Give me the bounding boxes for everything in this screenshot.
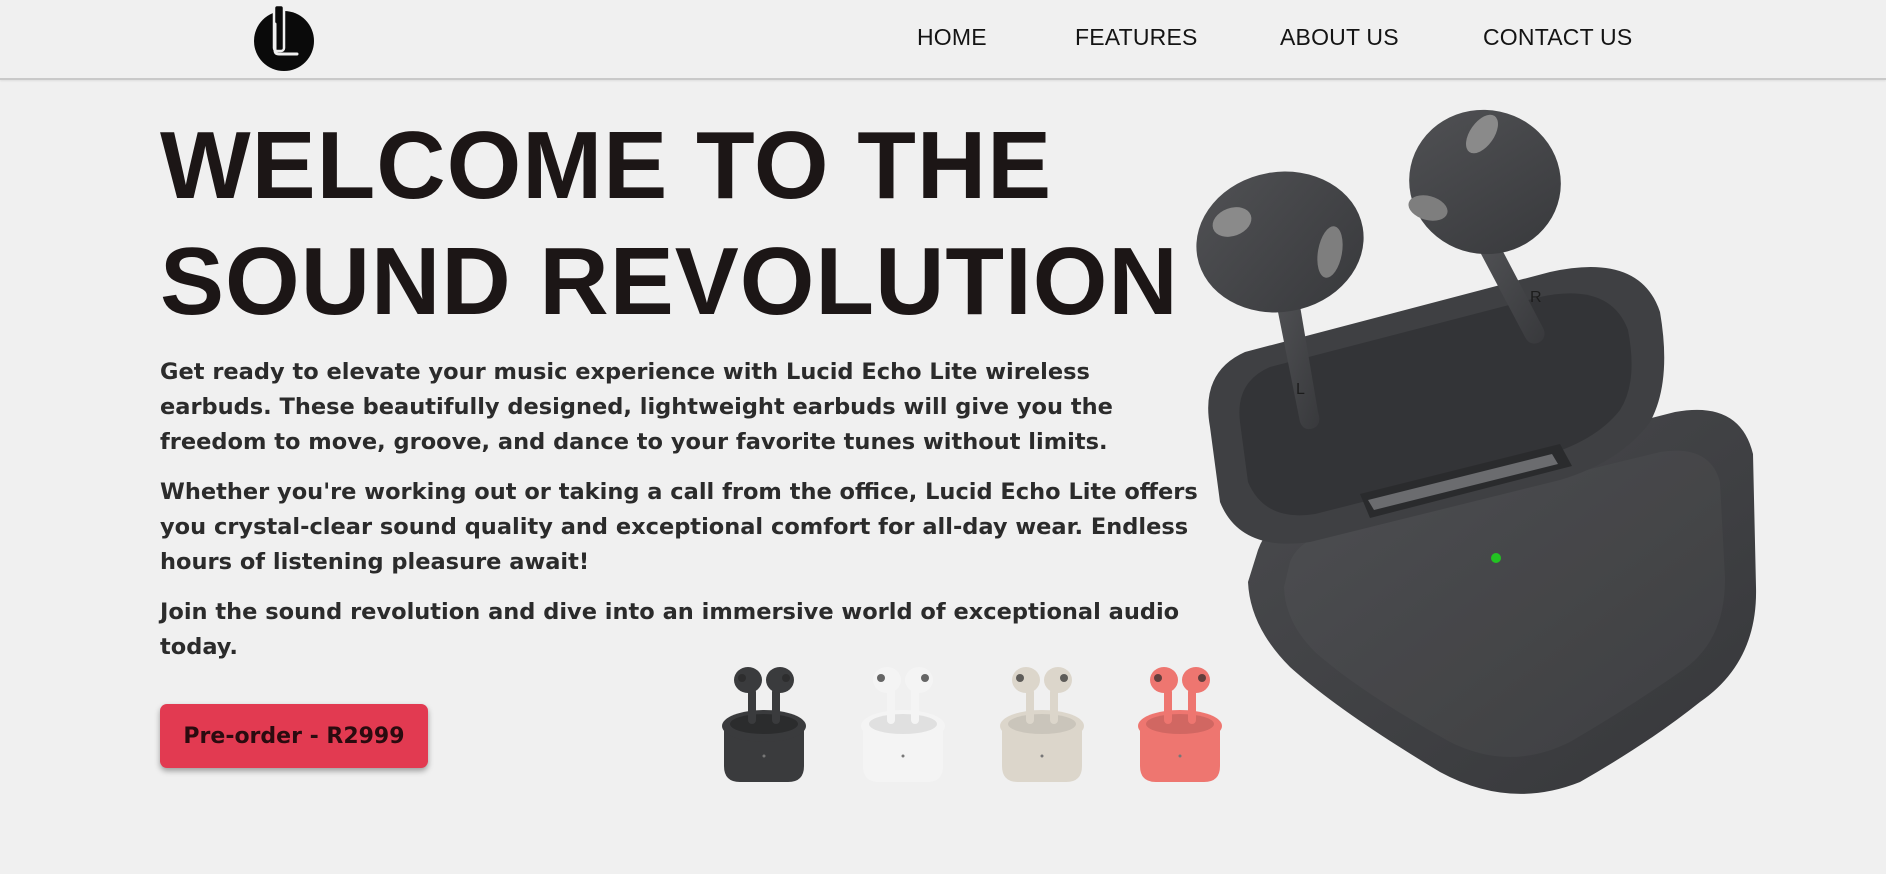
- left-earbud-label: L: [1296, 381, 1305, 398]
- nav-home[interactable]: HOME: [917, 24, 987, 51]
- variant-black[interactable]: [720, 666, 808, 784]
- hero-paragraph-features: Whether you're working out or taking a c…: [160, 479, 1198, 575]
- right-earbud-label: R: [1530, 289, 1542, 306]
- navbar: HOME FEATURES ABOUT US CONTACT US: [0, 0, 1886, 80]
- earbuds-product-image: L R: [1196, 109, 1757, 794]
- hero-paragraph-cta: Join the sound revolution and dive into …: [160, 599, 1180, 660]
- hero-title-line2: SOUND REVOLUTION: [160, 228, 1179, 335]
- hero-title-line1: WELCOME TO THE: [160, 112, 1053, 219]
- nav-features[interactable]: FEATURES: [1075, 24, 1198, 51]
- preorder-button[interactable]: Pre-order - R2999: [160, 704, 428, 768]
- logo-icon[interactable]: [253, 4, 315, 72]
- hero-paragraph-intro: Get ready to elevate your music experien…: [160, 359, 1113, 455]
- nav-contact-us[interactable]: CONTACT US: [1483, 24, 1632, 51]
- variant-beige[interactable]: [998, 666, 1086, 784]
- status-light: [1491, 553, 1501, 563]
- hero-title: WELCOME TO THE SOUND REVOLUTION: [160, 108, 1179, 340]
- variant-white[interactable]: [859, 666, 947, 784]
- nav-about-us[interactable]: ABOUT US: [1280, 24, 1399, 51]
